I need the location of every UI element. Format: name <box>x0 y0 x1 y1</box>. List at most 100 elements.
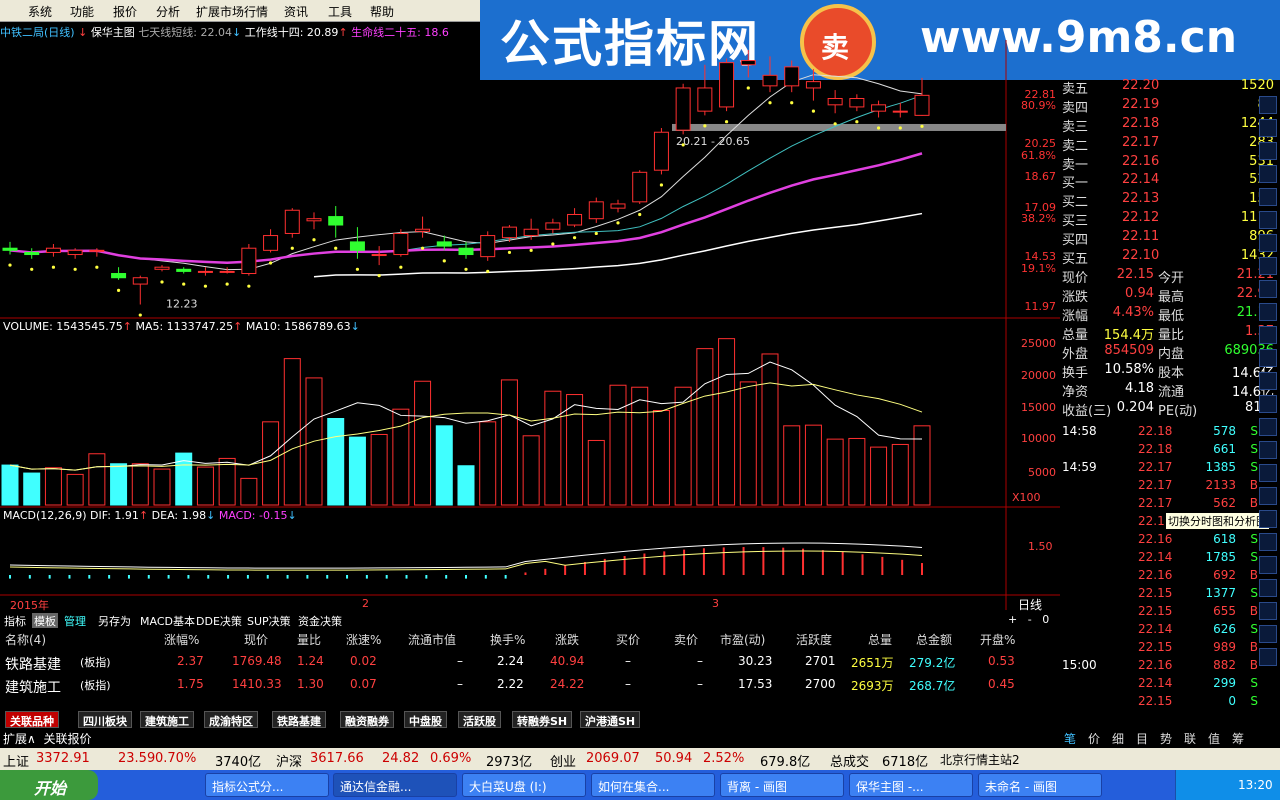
related-tab-7[interactable]: 活跃股 <box>458 711 501 728</box>
column-header[interactable]: 涨幅% <box>164 631 199 648</box>
side-tool-icon[interactable] <box>1259 119 1277 137</box>
order-book-row[interactable]: 买一22.14524 <box>1062 172 1280 191</box>
indicator-tab-4[interactable]: MACD基本 <box>138 613 197 628</box>
right-tab-4[interactable]: 势 <box>1160 730 1172 747</box>
side-tool-icon[interactable] <box>1259 142 1277 160</box>
side-tool-icon[interactable] <box>1259 280 1277 298</box>
related-tab-1[interactable]: 四川板块 <box>78 711 132 728</box>
related-tab-0[interactable]: 关联品种 <box>5 711 59 728</box>
indicator-tab-2[interactable]: 管理 <box>62 613 88 628</box>
column-header[interactable]: 现价 <box>244 631 268 648</box>
column-header[interactable]: 总量 <box>868 631 892 648</box>
related-tab-2[interactable]: 建筑施工 <box>140 711 194 728</box>
column-header[interactable]: 名称(4) <box>5 631 46 648</box>
indicator-tab-7[interactable]: 资金决策 <box>296 613 344 628</box>
taskbar-item[interactable]: 大白菜U盘 (I:) <box>462 773 586 797</box>
related-tab-4[interactable]: 铁路基建 <box>272 711 326 728</box>
list-cell[interactable]: 建筑施工 <box>5 677 61 697</box>
order-book-row[interactable]: 卖一 22.16 531 <box>1062 154 1280 173</box>
zoom-in-button[interactable]: + <box>1008 613 1017 626</box>
column-header[interactable]: 活跃度 <box>796 631 832 648</box>
order-book-row[interactable]: 买四22.11896 <box>1062 229 1280 248</box>
indicator-tab-6[interactable]: SUP决策 <box>245 613 293 628</box>
menu-help[interactable]: 帮助 <box>370 3 394 20</box>
side-tool-icon[interactable] <box>1259 533 1277 551</box>
menu-analysis[interactable]: 分析 <box>156 3 180 20</box>
server-name[interactable]: 北京行情主站2 <box>940 751 1020 768</box>
related-tab-5[interactable]: 融资融券 <box>340 711 394 728</box>
order-book-row[interactable]: 卖五 22.20 1520 <box>1062 78 1280 97</box>
column-header[interactable]: 总金额 <box>916 631 952 648</box>
taskbar-item[interactable]: 未命名 - 画图 <box>978 773 1102 797</box>
side-tool-icon[interactable] <box>1259 625 1277 643</box>
expand-tab[interactable]: 扩展∧ <box>3 732 36 746</box>
right-tab-0[interactable]: 笔 <box>1064 730 1076 747</box>
taskbar-item[interactable]: 指标公式分... <box>205 773 329 797</box>
side-tool-icon[interactable] <box>1259 211 1277 229</box>
right-tab-3[interactable]: 目 <box>1136 730 1148 747</box>
order-book-row[interactable]: 卖二22.17283 <box>1062 135 1280 154</box>
order-book-row[interactable]: 卖三 22.18 1244 <box>1062 116 1280 135</box>
period-label[interactable]: 日线 <box>1018 596 1042 613</box>
side-tool-icon[interactable] <box>1259 510 1277 528</box>
side-tool-icon[interactable] <box>1259 372 1277 390</box>
column-header[interactable]: 卖价 <box>674 631 698 648</box>
column-header[interactable]: 开盘% <box>980 631 1015 648</box>
column-header[interactable]: 买价 <box>616 631 640 648</box>
column-header[interactable]: 涨速% <box>346 631 381 648</box>
menu-news[interactable]: 资讯 <box>284 3 308 20</box>
side-tool-icon[interactable] <box>1259 464 1277 482</box>
taskbar-item[interactable]: 通达信金融... <box>333 773 457 797</box>
side-tool-icon[interactable] <box>1259 234 1277 252</box>
taskbar-item[interactable]: 背离 - 画图 <box>720 773 844 797</box>
menu-tools[interactable]: 工具 <box>328 3 352 20</box>
order-book-row[interactable]: 买二22.13152 <box>1062 191 1280 210</box>
side-tool-icon[interactable] <box>1259 257 1277 275</box>
list-cell[interactable]: 铁路基建 <box>5 654 61 674</box>
indicator-name[interactable]: 保华主图 <box>91 26 135 39</box>
side-tool-icon[interactable] <box>1259 602 1277 620</box>
indicator-tab-1[interactable]: 模板 <box>32 613 58 628</box>
related-tab-8[interactable]: 转融券SH <box>512 711 573 728</box>
reset-button[interactable]: 0 <box>1042 613 1049 626</box>
side-tool-icon[interactable] <box>1259 487 1277 505</box>
side-tool-icon[interactable] <box>1259 96 1277 114</box>
order-book-row[interactable]: 买三 22.12 1113 <box>1062 210 1280 229</box>
column-header[interactable]: 流通市值 <box>408 631 456 648</box>
side-tool-icon[interactable] <box>1259 441 1277 459</box>
related-quote-tab[interactable]: 关联报价 <box>43 732 91 746</box>
taskbar-item[interactable]: 保华主图 -... <box>849 773 973 797</box>
side-tool-icon[interactable] <box>1259 165 1277 183</box>
menu-system[interactable]: 系统 <box>28 3 52 20</box>
column-header[interactable]: 市盈(动) <box>720 631 765 648</box>
right-tab-6[interactable]: 值 <box>1208 730 1220 747</box>
stock-name[interactable]: 中铁二局(日线) <box>0 26 75 39</box>
order-book-row[interactable]: 买五 22.10 1432 <box>1062 248 1280 267</box>
order-book-row[interactable]: 卖四22.1989 <box>1062 97 1280 116</box>
start-button[interactable]: 开始 <box>0 770 98 800</box>
right-tab-7[interactable]: 筹 <box>1232 730 1244 747</box>
indicator-tab-5[interactable]: DDE决策 <box>194 613 244 628</box>
right-tab-1[interactable]: 价 <box>1088 730 1100 747</box>
taskbar-item[interactable]: 如何在集合... <box>591 773 715 797</box>
side-tool-icon[interactable] <box>1259 326 1277 344</box>
zoom-out-button[interactable]: - <box>1028 613 1032 626</box>
side-tool-icon[interactable] <box>1259 648 1277 666</box>
menu-function[interactable]: 功能 <box>70 3 94 20</box>
right-tab-5[interactable]: 联 <box>1184 730 1196 747</box>
indicator-tab-0[interactable]: 指标 <box>2 613 28 628</box>
side-tool-icon[interactable] <box>1259 395 1277 413</box>
menu-quote[interactable]: 报价 <box>113 3 137 20</box>
related-tab-9[interactable]: 沪港通SH <box>580 711 641 728</box>
side-tool-icon[interactable] <box>1259 418 1277 436</box>
indicator-tab-3[interactable]: 另存为 <box>96 613 133 628</box>
side-tool-icon[interactable] <box>1259 556 1277 574</box>
side-tool-icon[interactable] <box>1259 303 1277 321</box>
column-header[interactable]: 量比 <box>297 631 321 648</box>
related-tab-3[interactable]: 成渝特区 <box>204 711 258 728</box>
related-tab-6[interactable]: 中盘股 <box>404 711 447 728</box>
right-tab-2[interactable]: 细 <box>1112 730 1124 747</box>
column-header[interactable]: 换手% <box>490 631 525 648</box>
side-tool-icon[interactable] <box>1259 579 1277 597</box>
side-tool-icon[interactable] <box>1259 188 1277 206</box>
